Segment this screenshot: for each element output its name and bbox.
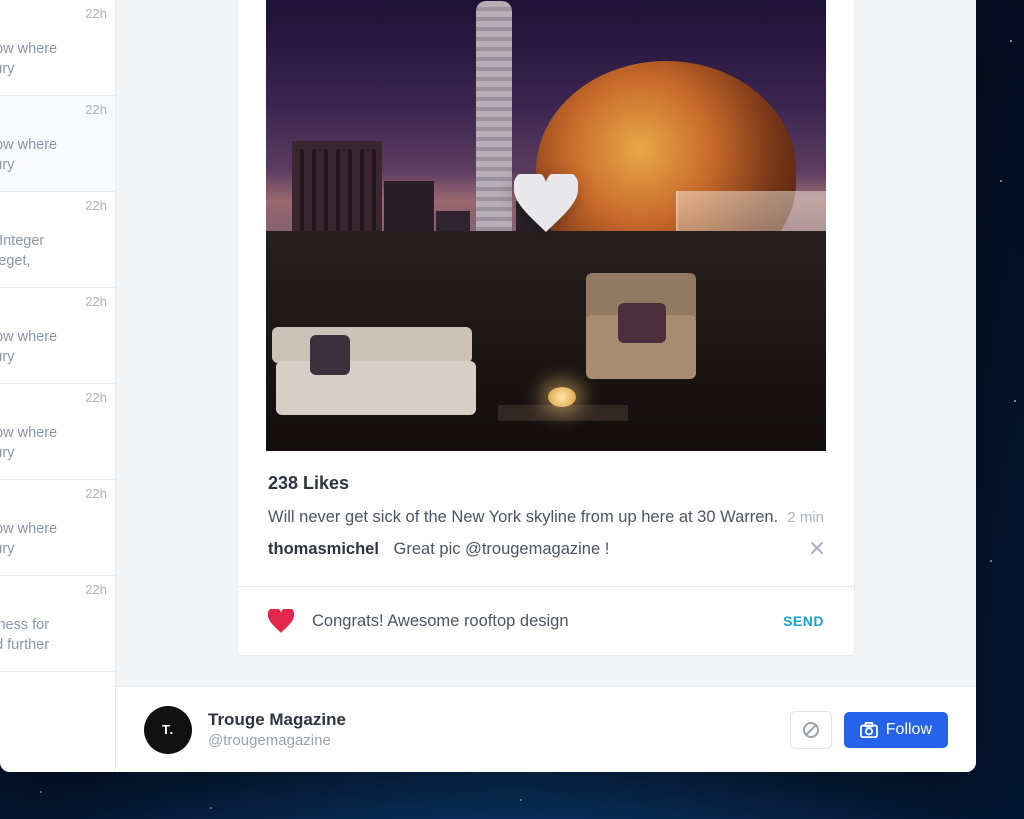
- post-caption: Will never get sick of the New York skyl…: [268, 508, 778, 527]
- camera-icon: [860, 722, 878, 738]
- block-icon: [801, 720, 821, 740]
- profile-name[interactable]: Trouge Magazine: [208, 710, 790, 730]
- follow-button[interactable]: Follow: [844, 712, 948, 748]
- follow-label: Follow: [886, 721, 932, 739]
- feed-item-time: 22h: [85, 390, 107, 405]
- block-button[interactable]: [790, 711, 832, 749]
- feed-item-text: now where xury: [0, 327, 107, 367]
- post-image[interactable]: [266, 0, 826, 451]
- main-column: 238 Likes Will never get sick of the New…: [116, 0, 976, 772]
- feed-item[interactable]: 22h now where xury: [0, 288, 115, 384]
- app-window: 22h now where xury 22h now where xury 22h t. …: [0, 0, 976, 772]
- feed-item-time: 22h: [85, 486, 107, 501]
- comment-input[interactable]: [312, 612, 765, 631]
- comment-username[interactable]: thomasmichel: [268, 540, 379, 558]
- feed-item-time: 22h: [85, 294, 107, 309]
- comment-line: thomasmichel Great pic @trougemagazine !: [268, 540, 609, 559]
- feed-item[interactable]: 22h now where xury: [0, 96, 115, 192]
- feed-item[interactable]: 22h t. Integer it eget,: [0, 192, 115, 288]
- send-button[interactable]: SEND: [783, 613, 824, 629]
- feed-item-time: 22h: [85, 102, 107, 117]
- like-button-icon[interactable]: [268, 609, 294, 633]
- post-card: 238 Likes Will never get sick of the New…: [237, 0, 855, 656]
- likes-count[interactable]: 238 Likes: [268, 473, 824, 494]
- feed-item-text: t. Integer it eget,: [0, 231, 107, 271]
- feed-sidebar: 22h now where xury 22h now where xury 22h t. …: [0, 0, 116, 772]
- feed-item-text: now where xury: [0, 135, 107, 175]
- feed-item-time: 22h: [85, 582, 107, 597]
- feed-item-text: siness for ed further: [0, 615, 107, 655]
- feed-item[interactable]: 22h siness for ed further: [0, 576, 115, 672]
- feed-item-text: now where xury: [0, 423, 107, 463]
- feed-item-time: 22h: [85, 6, 107, 21]
- feed-item[interactable]: 22h now where xury: [0, 0, 115, 96]
- profile-handle[interactable]: @trougemagazine: [208, 732, 790, 749]
- feed-item-time: 22h: [85, 198, 107, 213]
- avatar[interactable]: T.: [144, 706, 192, 754]
- delete-comment-icon[interactable]: [810, 539, 824, 560]
- post-time-ago: 2 min: [787, 509, 824, 526]
- profile-bar: T. Trouge Magazine @trougemagazine Follo…: [116, 686, 976, 772]
- feed-item-text: now where xury: [0, 519, 107, 559]
- feed-item-text: now where xury: [0, 39, 107, 79]
- compose-bar: SEND: [238, 586, 854, 655]
- feed-item[interactable]: 22h now where xury: [0, 384, 115, 480]
- like-heart-overlay-icon: [514, 174, 578, 232]
- feed-item[interactable]: 22h now where xury: [0, 480, 115, 576]
- comment-text: Great pic @trougemagazine !: [394, 540, 610, 558]
